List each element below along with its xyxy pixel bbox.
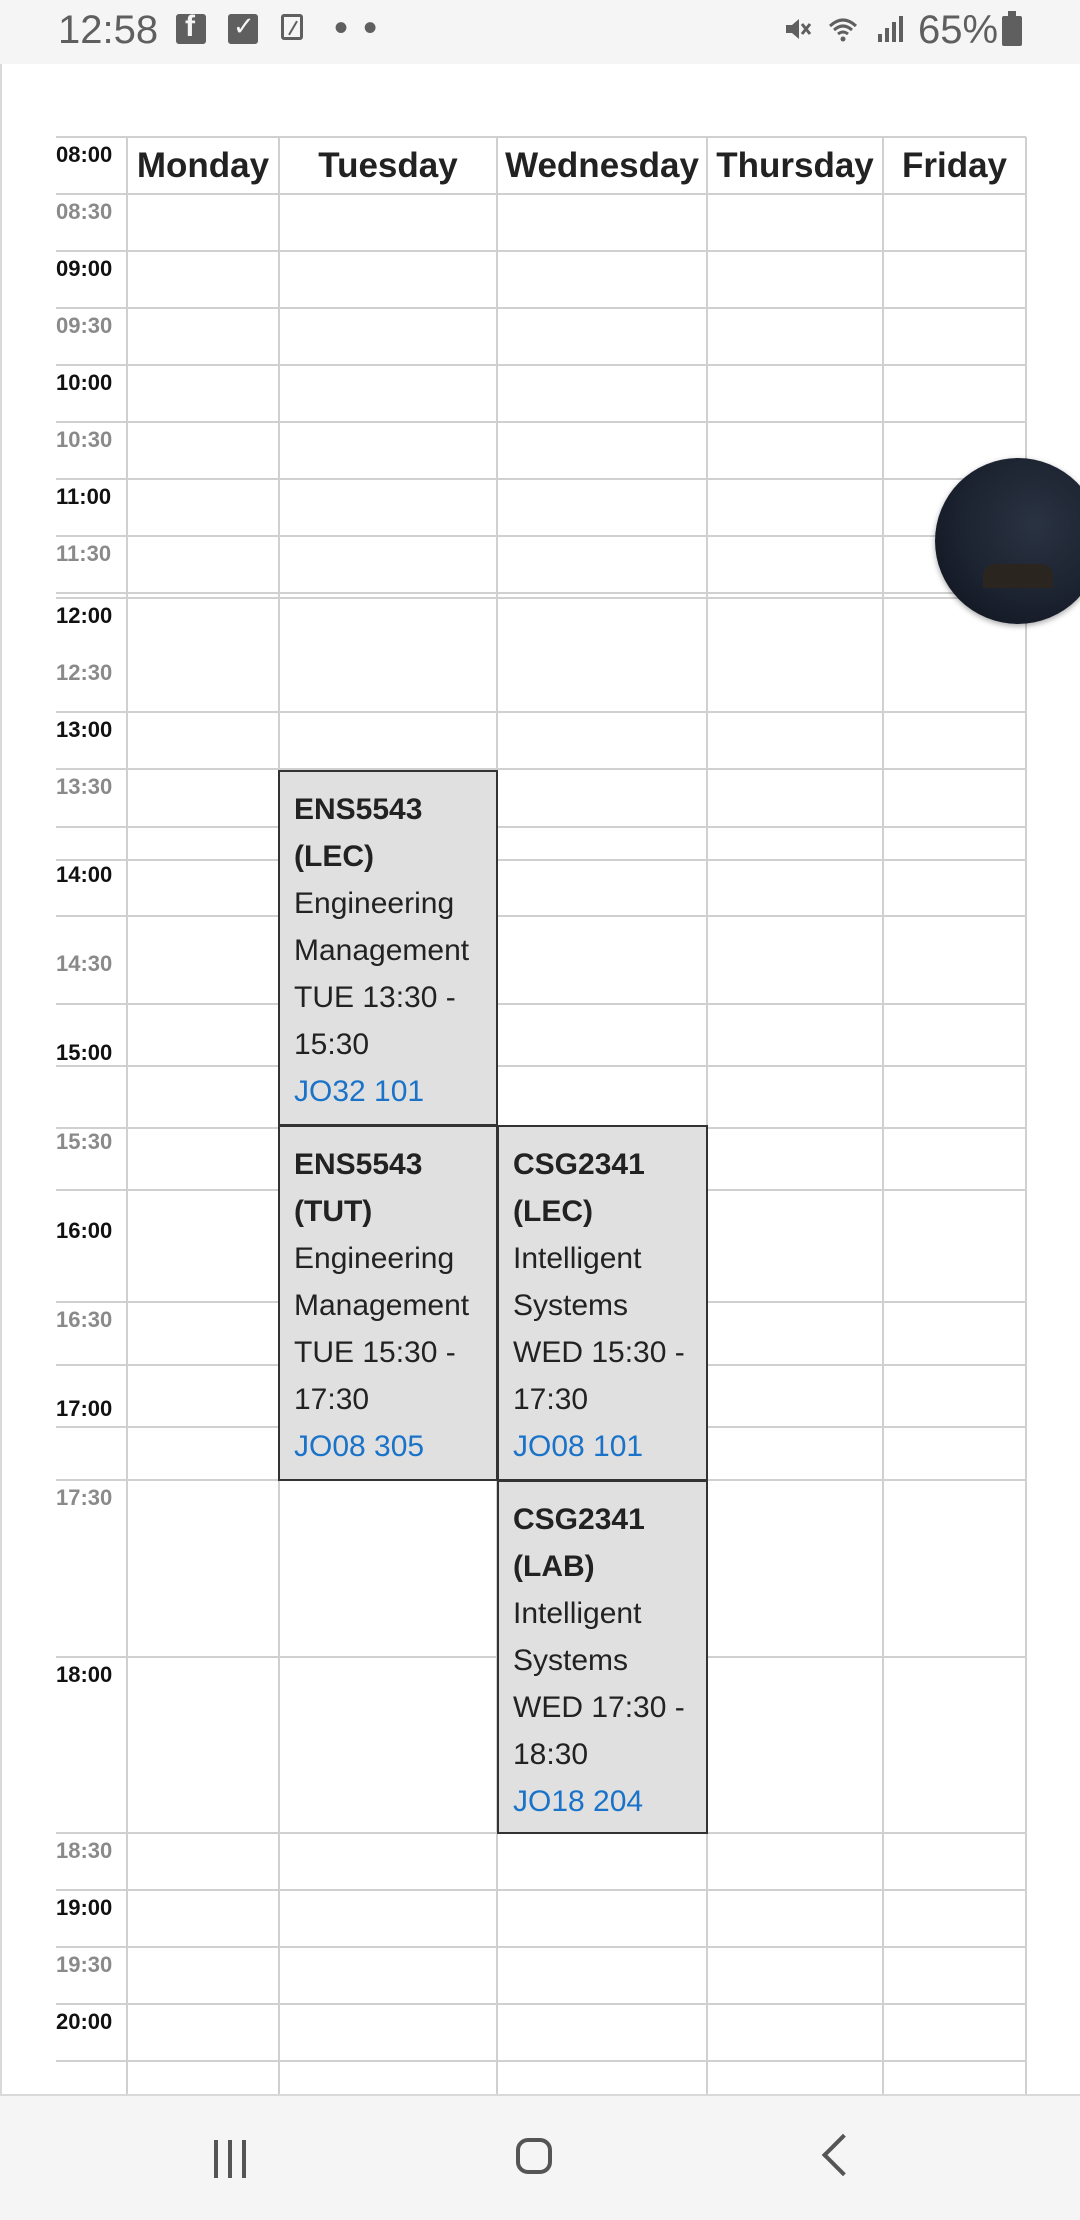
grid-line [1025, 137, 1027, 2128]
grid-line [56, 592, 1026, 594]
event-type: (LAB) [513, 1550, 595, 1583]
event-type: (TUT) [294, 1195, 373, 1228]
day-header-monday: Monday [136, 146, 270, 185]
grid-line [56, 826, 1026, 828]
time-label: 09:00 [56, 256, 113, 281]
navigation-bar [0, 2096, 1080, 2220]
time-label: 08:00 [56, 142, 113, 167]
time-label: 14:30 [56, 951, 113, 976]
grid-line [56, 535, 1026, 537]
grid-line [56, 1889, 1026, 1891]
phone-screen-icon [281, 14, 303, 40]
event-ens5543-lec[interactable]: ENS5543 (LEC) Engineering Management TUE… [278, 770, 498, 1126]
time-label: 17:00 [56, 1396, 113, 1421]
status-time: 12:58 [58, 8, 159, 52]
time-label: 18:00 [56, 1662, 113, 1687]
event-type: (LEC) [294, 840, 374, 873]
day-header-wednesday: Wednesday [505, 146, 699, 185]
day-header-thursday: Thursday [716, 146, 874, 185]
mute-icon [786, 19, 812, 39]
time-label: 17:30 [56, 1485, 113, 1510]
event-code: ENS5543 [294, 1148, 423, 1181]
more-notifications-indicator: • • [334, 6, 380, 50]
signal-icon [878, 16, 903, 42]
time-label: 12:30 [56, 660, 113, 685]
time-label: 20:00 [56, 2009, 113, 2034]
time-label: 11:30 [56, 541, 112, 566]
time-label: 19:30 [56, 1952, 113, 1977]
back-icon[interactable] [821, 2133, 865, 2177]
time-label: 16:00 [56, 1218, 113, 1243]
time-label: 11:00 [56, 484, 112, 509]
time-label: 15:00 [56, 1040, 113, 1065]
grid-line [56, 768, 1026, 770]
time-label: 18:30 [56, 1838, 113, 1863]
grid-line [56, 250, 1026, 252]
day-header-friday: Friday [901, 146, 1008, 185]
battery-percent: 65% [918, 8, 999, 52]
event-ens5543-tut[interactable]: ENS5543 (TUT) Engineering Management TUE… [278, 1125, 498, 1481]
facebook-icon [176, 10, 206, 44]
event-room-link[interactable]: JO18 204 [513, 1778, 696, 1825]
home-icon[interactable] [516, 2138, 552, 2174]
grid-line [56, 2003, 1026, 2005]
wifi-icon [828, 18, 858, 42]
grid-line [56, 597, 1026, 599]
recent-apps-icon[interactable] [214, 2140, 254, 2178]
tasks-check-icon [228, 11, 258, 44]
event-title: Engineering Management [294, 1242, 470, 1322]
event-time: WED 15:30 - 17:30 [513, 1336, 685, 1416]
event-title: Intelligent Systems [513, 1242, 642, 1322]
event-room-link[interactable]: JO08 305 [294, 1423, 486, 1470]
grid-line [56, 859, 1026, 861]
grid-line [56, 478, 1026, 480]
status-bar: 12:58 • • 65% [0, 0, 1080, 64]
grid-line [56, 193, 1026, 195]
grid-line [56, 1003, 1026, 1005]
time-label: 10:00 [56, 370, 113, 395]
event-time: TUE 13:30 - 15:30 [294, 981, 456, 1061]
battery-icon [1002, 11, 1022, 46]
grid-line [56, 421, 1026, 423]
event-csg2341-lab[interactable]: CSG2341 (LAB) Intelligent Systems WED 17… [497, 1480, 708, 1834]
grid-line [56, 364, 1026, 366]
event-title: Intelligent Systems [513, 1597, 642, 1677]
grid-line [56, 711, 1026, 713]
event-code: ENS5543 [294, 793, 423, 826]
time-label: 15:30 [56, 1129, 113, 1154]
event-time: TUE 15:30 - 17:30 [294, 1336, 456, 1416]
event-type: (LEC) [513, 1195, 593, 1228]
grid-line [56, 1065, 1026, 1067]
day-header-tuesday: Tuesday [318, 146, 458, 185]
grid-line [56, 307, 1026, 309]
grid-line [56, 136, 1026, 138]
time-label: 14:00 [56, 862, 113, 887]
time-label: 13:00 [56, 717, 113, 742]
time-label: 19:00 [56, 1895, 113, 1920]
event-room-link[interactable]: JO08 101 [513, 1423, 696, 1470]
grid-line [56, 1946, 1026, 1948]
time-label: 16:30 [56, 1307, 113, 1332]
event-csg2341-lec[interactable]: CSG2341 (LEC) Intelligent Systems WED 15… [497, 1125, 708, 1481]
time-label: 12:00 [56, 603, 113, 628]
event-code: CSG2341 [513, 1503, 645, 1536]
timetable-page: Monday Tuesday Wednesday Thursday Friday… [0, 64, 1080, 2128]
time-label: 13:30 [56, 774, 113, 799]
event-time: WED 17:30 - 18:30 [513, 1691, 685, 1771]
time-label: 08:30 [56, 199, 113, 224]
event-title: Engineering Management [294, 887, 470, 967]
grid-line [56, 2060, 1026, 2062]
grid-line [882, 137, 884, 2128]
grid-line [126, 137, 128, 2128]
time-label: 09:30 [56, 313, 113, 338]
event-room-link[interactable]: JO32 101 [294, 1068, 486, 1115]
time-label: 10:30 [56, 427, 113, 452]
grid-line [56, 915, 1026, 917]
event-code: CSG2341 [513, 1148, 645, 1181]
